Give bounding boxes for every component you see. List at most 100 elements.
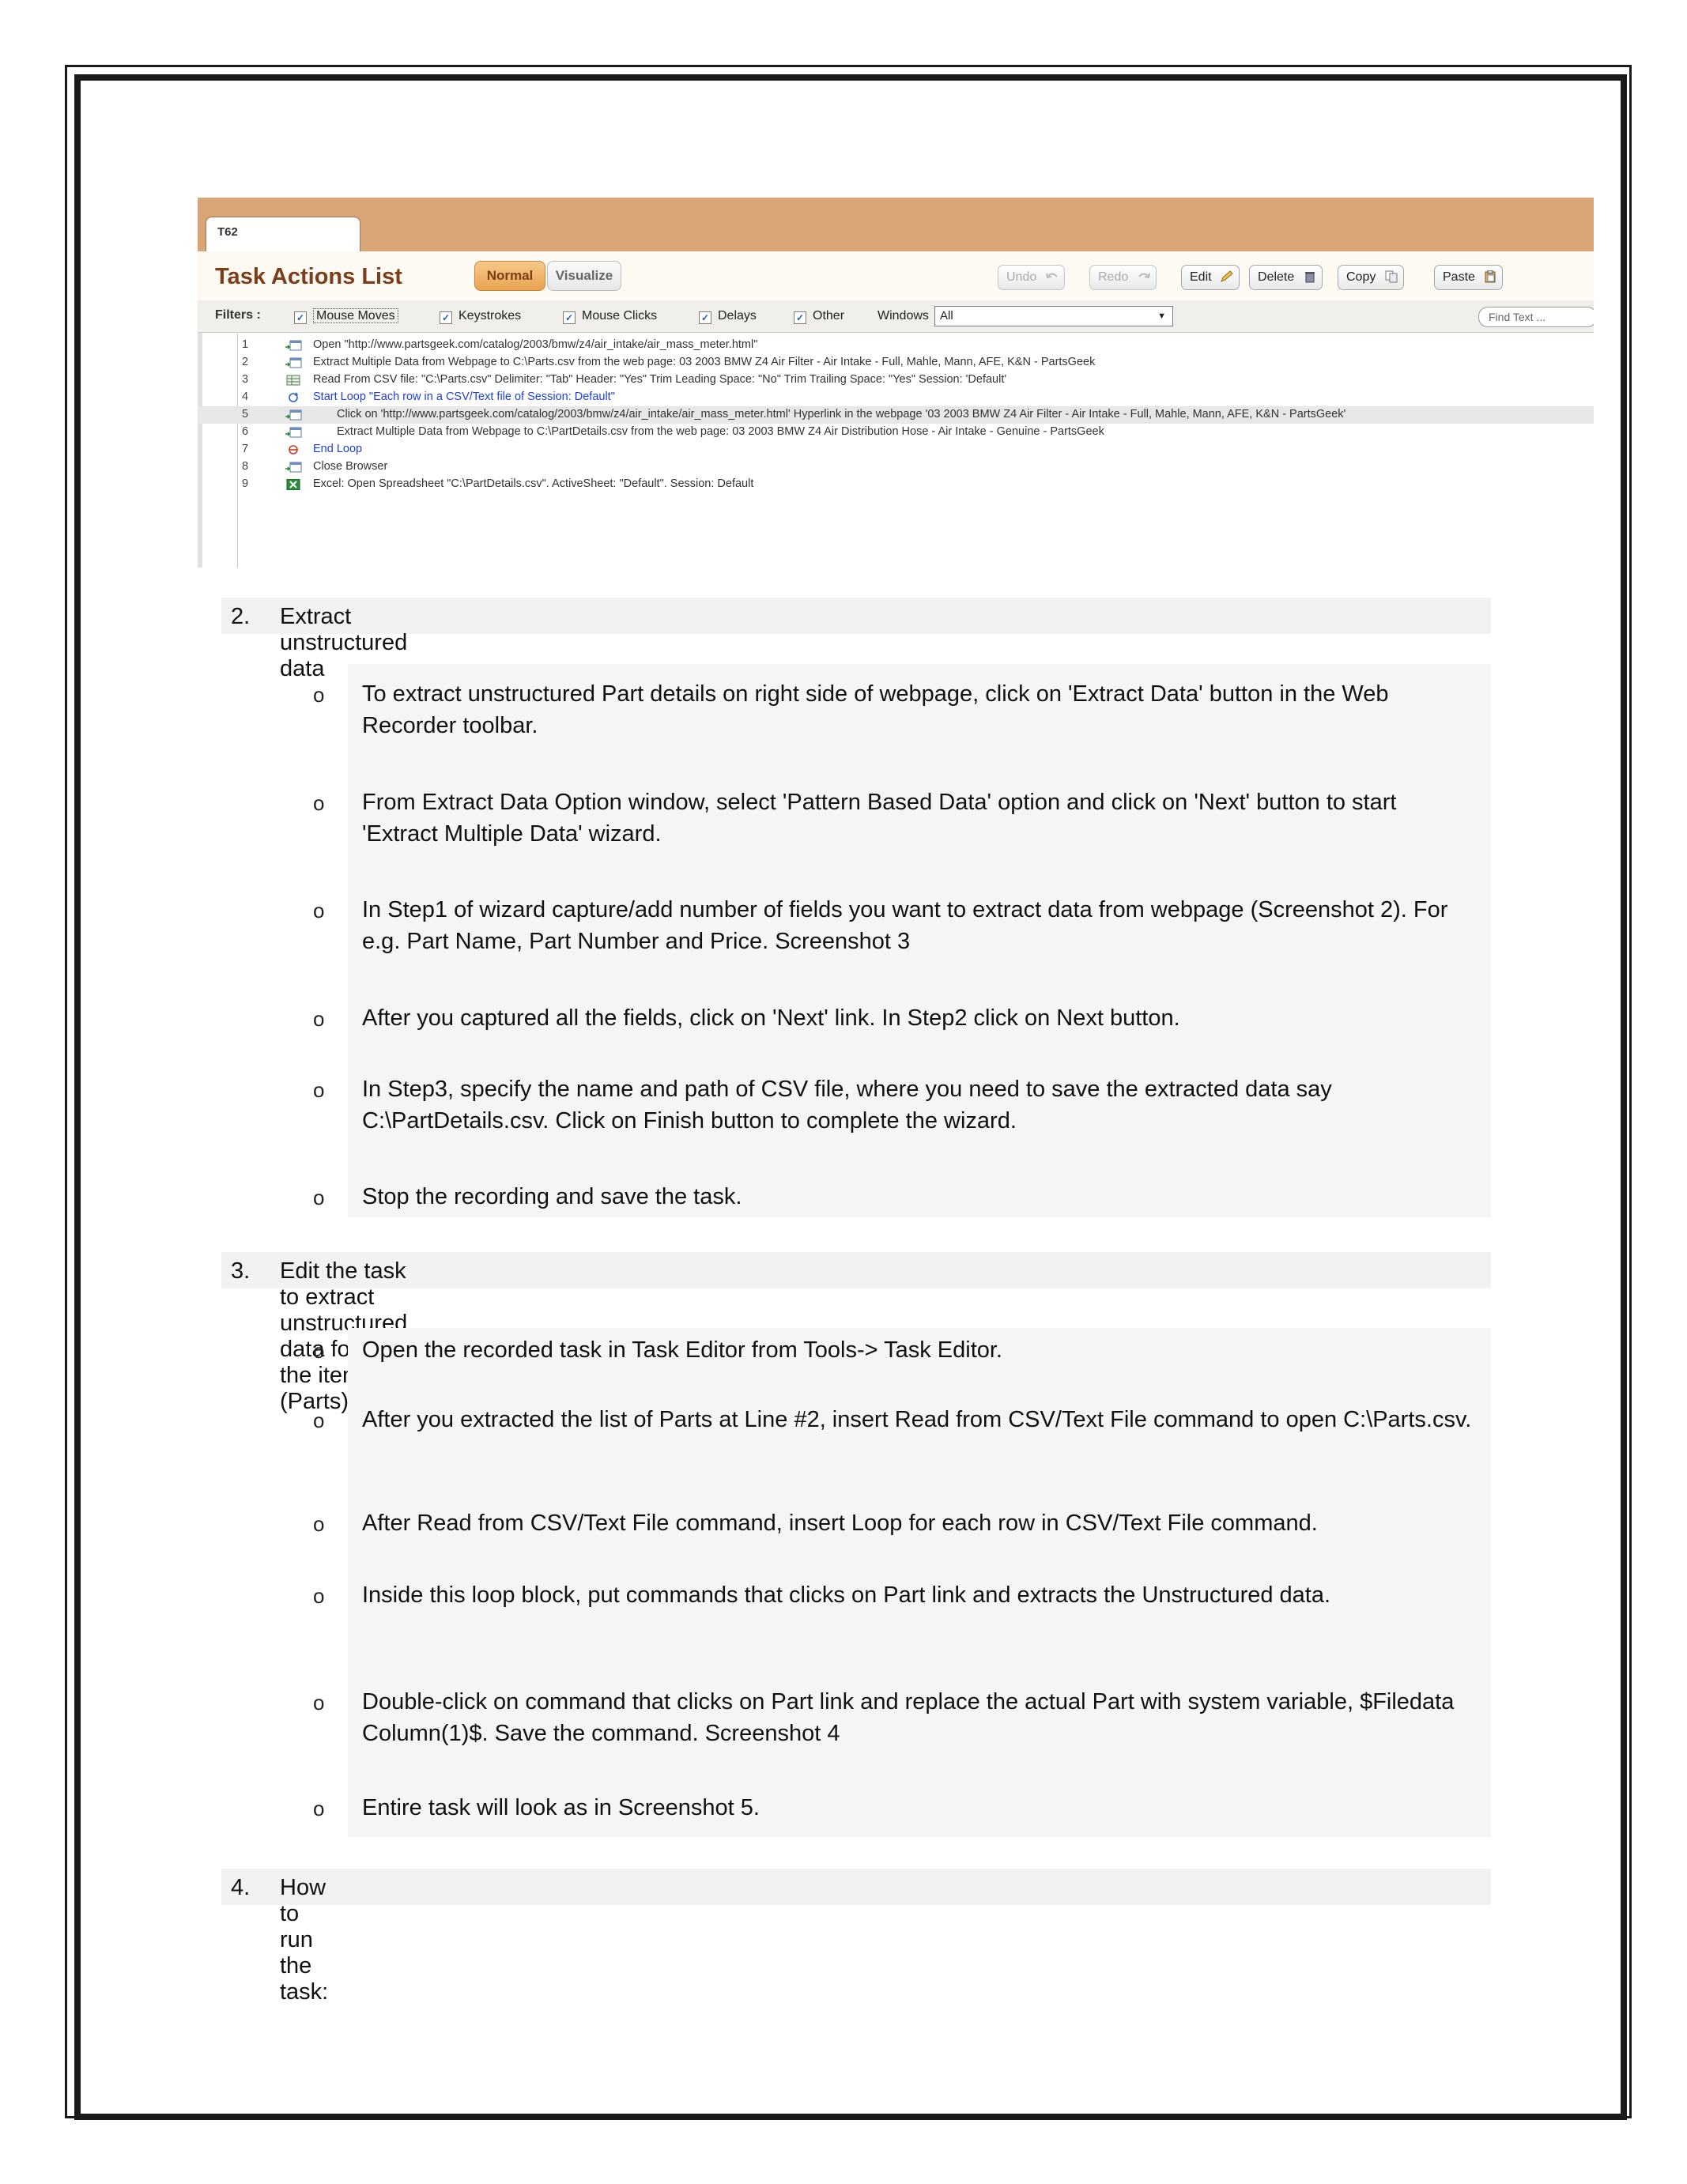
section-heading-band <box>221 598 1491 634</box>
section-number: 3. <box>231 1258 251 1284</box>
copy-label: Copy <box>1346 270 1376 284</box>
row-number: 6 <box>242 425 249 438</box>
filter-mouse-clicks-label: Mouse Clicks <box>582 309 658 323</box>
redo-button[interactable]: Redo <box>1089 265 1157 290</box>
bullet-marker: o <box>313 791 325 815</box>
browser-icon <box>285 462 302 473</box>
task-action-text: Excel: Open Spreadsheet "C:\PartDetails.… <box>313 477 754 490</box>
edit-label: Edit <box>1190 270 1212 284</box>
task-action-row[interactable]: 7 End Loop <box>198 441 1594 458</box>
browser-icon <box>285 340 302 351</box>
copy-button[interactable]: Copy <box>1338 265 1404 290</box>
trash-icon <box>1304 272 1315 283</box>
checkbox-checked-icon: ✓ <box>294 311 307 324</box>
bullet-text: After you captured all the fields, click… <box>362 1005 1180 1031</box>
task-action-text: Start Loop "Each row in a CSV/Text file … <box>313 390 615 403</box>
filter-delays[interactable]: ✓ Delays <box>699 309 757 324</box>
bullet-marker: o <box>313 1078 325 1102</box>
section-number: 4. <box>231 1875 251 1900</box>
checkbox-checked-icon: ✓ <box>794 311 806 324</box>
filter-keystrokes-label: Keystrokes <box>459 309 522 323</box>
chevron-down-icon: ▼ <box>1157 311 1166 321</box>
checkbox-checked-icon: ✓ <box>563 311 576 324</box>
filter-keystrokes[interactable]: ✓ Keystrokes <box>440 309 521 324</box>
filter-delays-label: Delays <box>718 309 757 323</box>
delete-label: Delete <box>1258 270 1295 284</box>
section-heading-band <box>221 1252 1491 1288</box>
filter-mouse-moves[interactable]: ✓ Mouse Moves <box>294 308 398 324</box>
bullet-marker: o <box>313 1007 325 1031</box>
visualize-mode-button[interactable]: Visualize <box>547 261 621 291</box>
bullet-text: Entire task will look as in Screenshot 5… <box>362 1795 760 1820</box>
bullet-text: Open the recorded task in Task Editor fr… <box>362 1337 1002 1363</box>
clipboard-icon <box>1485 270 1496 283</box>
undo-label: Undo <box>1006 270 1037 284</box>
undo-icon <box>1045 273 1058 279</box>
bullet-text: To extract unstructured Part details on … <box>362 681 1389 738</box>
row-number: 7 <box>242 443 249 455</box>
task-action-row[interactable]: 3 Read From CSV file: "C:\Parts.csv" Deli… <box>198 372 1594 389</box>
bullet-marker: o <box>313 1409 325 1432</box>
row-number: 3 <box>242 373 249 386</box>
task-action-text: Extract Multiple Data from Webpage to C:… <box>337 425 1104 438</box>
task-action-row[interactable]: 9 Excel: Open Spreadsheet "C:\PartDetails… <box>198 476 1594 493</box>
row-number: 9 <box>242 477 249 490</box>
windows-label: Windows <box>877 309 929 323</box>
section-heading-band <box>221 1869 1491 1905</box>
bullet-text: In Step3, specify the name and path of C… <box>362 1077 1332 1133</box>
browser-icon <box>285 409 302 421</box>
bullet-marker: o <box>313 1512 325 1536</box>
excel-icon <box>285 478 302 491</box>
paste-button[interactable]: Paste <box>1434 265 1504 290</box>
filter-other-label: Other <box>813 309 845 323</box>
find-text-input[interactable]: Find Text ... <box>1478 307 1594 327</box>
loop-icon <box>285 392 302 403</box>
task-action-text: Click on 'http://www.partsgeek.com/catal… <box>337 408 1346 421</box>
bullet-marker: o <box>313 1339 325 1363</box>
tab-strip <box>198 198 1594 251</box>
task-action-row[interactable]: 2 Extract Multiple Data from Webpage to C… <box>198 354 1594 372</box>
bullet-text: After Read from CSV/Text File command, i… <box>362 1511 1318 1536</box>
filter-mouse-clicks[interactable]: ✓ Mouse Clicks <box>563 309 657 324</box>
task-action-row[interactable]: 6 Extract Multiple Data from Webpage to C… <box>198 424 1594 441</box>
browser-icon <box>285 427 302 438</box>
edit-button[interactable]: Edit <box>1181 265 1240 290</box>
bullet-text: From Extract Data Option window, select … <box>362 790 1397 847</box>
redo-label: Redo <box>1098 270 1129 284</box>
filter-mouse-moves-label: Mouse Moves <box>313 308 398 323</box>
bullet-marker: o <box>313 1691 325 1714</box>
csv-icon <box>285 375 302 386</box>
filters-label: Filters : <box>215 308 261 322</box>
section-number: 2. <box>231 604 251 629</box>
bullet-text: Stop the recording and save the task. <box>362 1184 742 1209</box>
task-action-text: Extract Multiple Data from Webpage to C:… <box>313 356 1096 368</box>
row-number: 1 <box>242 338 249 351</box>
bullet-marker: o <box>313 1797 325 1820</box>
redo-icon <box>1138 273 1150 279</box>
windows-dropdown-value: All <box>940 309 953 323</box>
windows-dropdown[interactable]: All ▼ <box>934 306 1173 326</box>
end-loop-icon <box>285 444 302 455</box>
delete-button[interactable]: Delete <box>1249 265 1323 290</box>
row-number: 2 <box>242 356 249 368</box>
normal-mode-button[interactable]: Normal <box>474 261 545 291</box>
task-action-row[interactable]: 5 Click on 'http://www.partsgeek.com/cata… <box>198 406 1594 424</box>
bullet-marker: o <box>313 899 325 922</box>
paste-label: Paste <box>1443 270 1475 284</box>
bullet-text: Double-click on command that clicks on P… <box>362 1689 1455 1746</box>
checkbox-checked-icon: ✓ <box>699 311 711 324</box>
row-number: 5 <box>242 408 249 421</box>
task-action-row[interactable]: 4 Start Loop "Each row in a CSV/Text file… <box>198 389 1594 406</box>
bullet-text: Inside this loop block, put commands tha… <box>362 1582 1331 1608</box>
undo-button[interactable]: Undo <box>998 265 1065 290</box>
bullet-marker: o <box>313 1584 325 1608</box>
task-actions-screenshot: T62 Task Actions List Normal Visualize U… <box>198 198 1594 568</box>
task-action-row[interactable]: 1 Open "http://www.partsgeek.com/catalog/… <box>198 337 1594 354</box>
bullet-marker: o <box>313 683 325 707</box>
pencil-icon <box>1221 270 1233 282</box>
task-action-text: End Loop <box>313 443 363 455</box>
task-action-text: Open "http://www.partsgeek.com/catalog/2… <box>313 338 758 351</box>
filter-other[interactable]: ✓ Other <box>794 309 844 324</box>
task-action-row[interactable]: 8 Close Browser <box>198 458 1594 476</box>
task-tab[interactable]: T62 <box>206 217 360 251</box>
